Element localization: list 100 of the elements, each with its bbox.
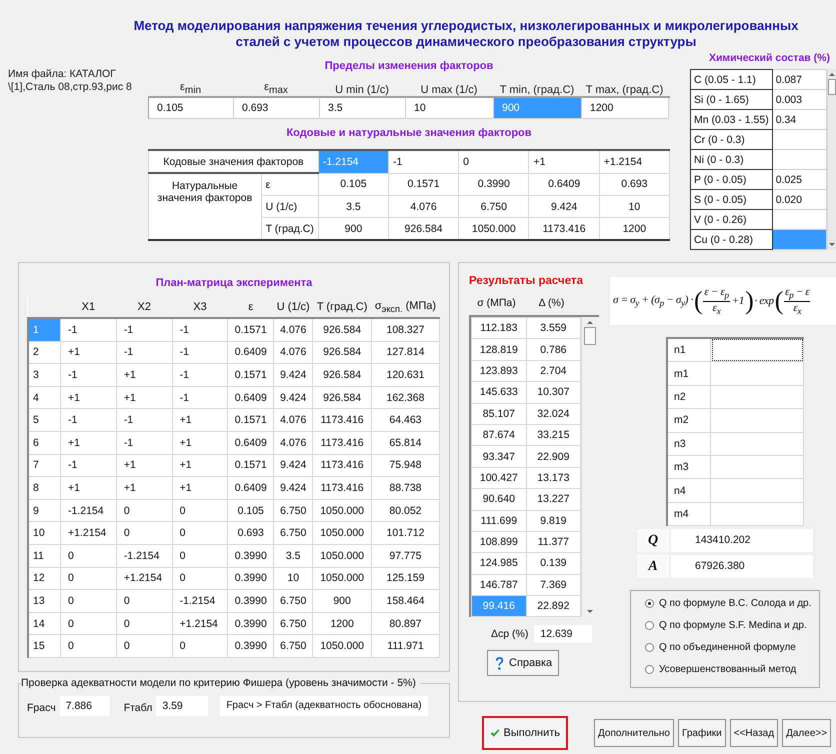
- button[interactable]: Далее>>: [782, 719, 832, 747]
- table-cell: 0: [172, 567, 228, 590]
- section-title: План-матрица эксперимента: [154, 277, 314, 291]
- table-cell[interactable]: 3.5: [318, 196, 388, 218]
- table-cell: n4: [667, 478, 710, 502]
- table-cell: 158.464: [371, 590, 440, 612]
- table-cell[interactable]: +1.2154: [599, 150, 670, 173]
- table-cell[interactable]: 0.3990: [458, 173, 529, 196]
- table-cell[interactable]: 10: [599, 196, 670, 218]
- table-cell: 0: [60, 544, 116, 568]
- table-cell: 0.1571: [228, 318, 274, 342]
- row-header[interactable]: 13: [28, 590, 60, 612]
- table-cell: -1: [172, 318, 228, 342]
- button[interactable]: Дополнительно: [594, 719, 674, 747]
- table-cell[interactable]: 0.6409: [528, 173, 600, 196]
- input-field[interactable]: 0.693: [234, 98, 320, 119]
- table-cell: 0: [60, 612, 116, 635]
- row-header[interactable]: 11: [28, 544, 60, 568]
- row-header[interactable]: 5: [28, 408, 60, 432]
- table-cell: 0.105: [228, 499, 274, 522]
- table-cell: 0: [116, 499, 172, 522]
- table-cell: -1: [60, 318, 116, 342]
- column-header: Δ (%): [538, 297, 566, 309]
- row-header[interactable]: 4: [28, 386, 60, 409]
- table-cell: -1: [116, 341, 172, 364]
- output-field: 3.59: [156, 696, 208, 716]
- input-field[interactable]: [710, 408, 804, 432]
- row-header[interactable]: 14: [28, 612, 60, 635]
- button[interactable]: Графики: [678, 719, 726, 747]
- radio-option[interactable]: Усовершенствованный метод: [645, 662, 796, 676]
- row-header[interactable]: 9: [28, 499, 60, 522]
- table-cell: 0: [172, 522, 228, 544]
- field-label: A: [637, 555, 669, 578]
- scrollbar[interactable]: [827, 69, 836, 250]
- table-cell: -1: [116, 408, 172, 432]
- table-cell[interactable]: 0.693: [599, 173, 670, 196]
- table-cell[interactable]: +1: [528, 150, 600, 173]
- input-field[interactable]: 0.087: [772, 70, 826, 90]
- table-cell: 64.463: [371, 408, 440, 432]
- table-cell: 3.559: [526, 318, 580, 339]
- table-cell[interactable]: 9.424: [528, 196, 600, 218]
- radio-option[interactable]: Q по объединенной формуле: [645, 640, 796, 654]
- radio-option[interactable]: Q по формуле B.C. Солода и др.: [645, 596, 812, 610]
- run-button[interactable]: Выполнить: [482, 716, 568, 750]
- table-cell: +1: [60, 386, 116, 409]
- table-cell[interactable]: 6.750: [458, 196, 529, 218]
- table-cell[interactable]: 4.076: [388, 196, 459, 218]
- radio-icon[interactable]: [645, 620, 654, 630]
- row-header[interactable]: 8: [28, 476, 60, 500]
- input-field[interactable]: [710, 455, 804, 479]
- element-label: Si (0 - 1.65): [690, 90, 772, 110]
- table-cell: -1.2154: [172, 590, 228, 612]
- row-header[interactable]: 10: [28, 522, 60, 544]
- input-field[interactable]: [710, 432, 804, 456]
- output-field: 7.886: [60, 696, 110, 716]
- table-cell: 926.584: [312, 364, 372, 386]
- table-cell[interactable]: -1: [388, 150, 459, 173]
- table-cell[interactable]: 0.1571: [388, 173, 459, 196]
- table-cell: +1: [172, 431, 228, 454]
- input-field[interactable]: [710, 502, 804, 526]
- table-cell: 9.424: [274, 386, 313, 409]
- table-cell: +1.2154: [60, 522, 116, 544]
- input-field[interactable]: [772, 230, 826, 250]
- table-cell: 9.424: [274, 454, 313, 477]
- table-cell: ε: [261, 173, 318, 196]
- table-cell: 1050.000: [312, 567, 372, 590]
- table-cell: 0.6409: [228, 431, 274, 454]
- input-field[interactable]: [710, 478, 804, 502]
- radio-icon[interactable]: [645, 598, 654, 608]
- row-header[interactable]: 7: [28, 454, 60, 477]
- row-header[interactable]: 15: [28, 634, 60, 658]
- column-header: X2: [116, 297, 172, 318]
- field-label: U max (1/c): [420, 84, 478, 96]
- input-field[interactable]: [710, 362, 804, 386]
- row-header[interactable]: 12: [28, 567, 60, 590]
- input-field[interactable]: 0.105: [149, 98, 234, 119]
- window-title: Метод моделирования напряжения течения углеродистых, низколегированных и микролегированных: [134, 18, 798, 34]
- table-cell: 0: [172, 544, 228, 568]
- radio-option[interactable]: Q по формуле S.F. Medina и др.: [645, 618, 807, 632]
- table-cell[interactable]: 0: [458, 150, 529, 173]
- help-button[interactable]: Справка: [487, 650, 560, 676]
- row-header[interactable]: 6: [28, 431, 60, 454]
- table-cell: 6.750: [274, 522, 313, 544]
- table-cell: 88.738: [371, 476, 440, 500]
- table-cell: 0: [116, 612, 172, 635]
- input-field[interactable]: [710, 338, 804, 362]
- input-field[interactable]: 1200: [582, 98, 669, 119]
- input-field[interactable]: 3.5: [320, 98, 406, 119]
- input-field[interactable]: [710, 385, 804, 409]
- table-cell: 127.814: [371, 341, 440, 364]
- row-header[interactable]: 3: [28, 364, 60, 386]
- radio-icon[interactable]: [645, 642, 654, 652]
- table-cell: 85.107: [472, 403, 526, 424]
- table-cell[interactable]: 0.105: [318, 173, 388, 196]
- row-header[interactable]: 2: [28, 341, 60, 364]
- button[interactable]: <<Назад: [730, 719, 778, 747]
- radio-icon[interactable]: [645, 664, 654, 674]
- section-title: Пределы изменения факторов: [324, 60, 494, 74]
- column-header: X1: [60, 297, 116, 318]
- input-field[interactable]: 10: [406, 98, 494, 119]
